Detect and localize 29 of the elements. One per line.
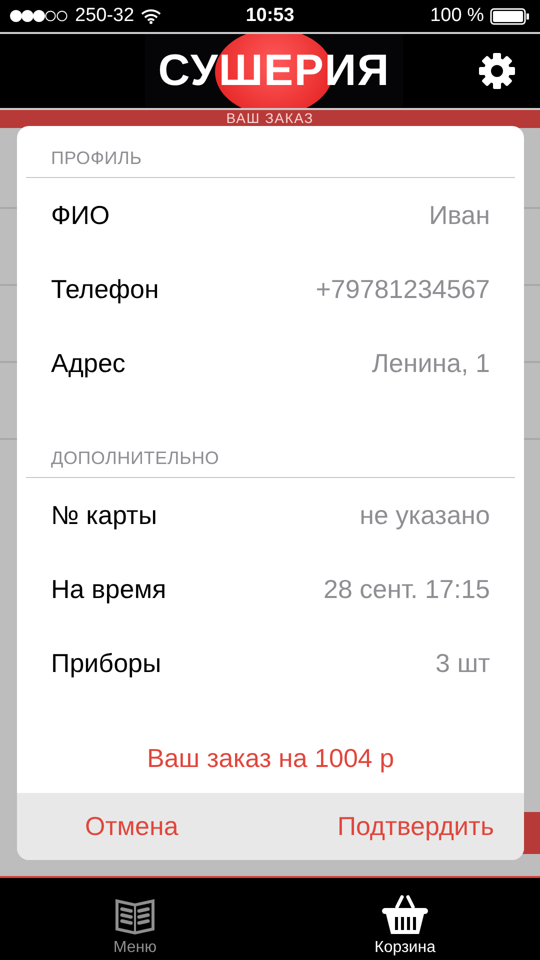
section-header: ДОПОЛНИТЕЛЬНО: [50, 448, 220, 470]
field-value[interactable]: +79781234567: [316, 274, 490, 304]
battery-icon: [490, 8, 530, 24]
battery-text: 100 %: [430, 5, 484, 27]
field-label: Приборы: [51, 648, 162, 678]
settings-icon[interactable]: [478, 52, 516, 90]
field-value[interactable]: Иван: [428, 200, 490, 230]
field-label: На время: [51, 574, 166, 604]
carrier-name: 250-32: [75, 5, 134, 27]
tab-item[interactable]: Корзина: [270, 878, 540, 960]
basket-icon: [381, 895, 429, 935]
field-value[interactable]: не указано: [360, 500, 490, 530]
field-label: Адрес: [51, 348, 126, 378]
field-label: Телефон: [51, 274, 159, 304]
page-title: ВАШ ЗАКАЗ: [226, 110, 314, 126]
field-label: № карты: [51, 500, 158, 530]
cancel-button[interactable]: Отмена: [85, 811, 178, 842]
field-value[interactable]: Ленина, 1: [372, 348, 490, 378]
section-header: ПРОФИЛЬ: [50, 148, 143, 170]
book-icon: [115, 897, 155, 935]
tab-item[interactable]: Меню: [0, 878, 270, 960]
field-value[interactable]: 3 шт: [436, 648, 490, 678]
wifi-icon: [141, 8, 162, 24]
confirm-button[interactable]: Подтвердить: [337, 811, 494, 842]
signal-icon: [10, 10, 68, 22]
order-total: Ваш заказ на 1004 р: [146, 743, 396, 775]
field-value[interactable]: 28 сент. 17:15: [324, 574, 490, 604]
status-time: 10:53: [244, 5, 296, 27]
field-label: ФИО: [51, 200, 110, 230]
